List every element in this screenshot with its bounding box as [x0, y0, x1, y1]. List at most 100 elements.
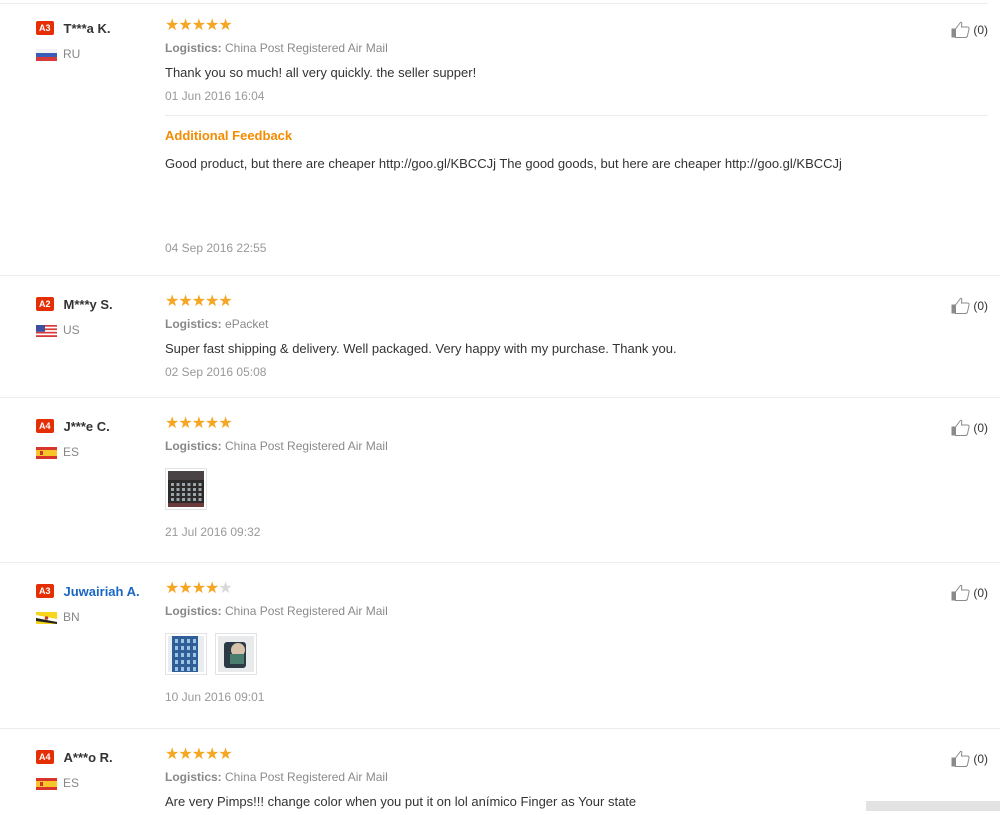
thumbs-up-icon [951, 419, 972, 436]
us-flag-icon [36, 324, 57, 337]
feedback-photos [165, 633, 985, 675]
feedback-text: Super fast shipping & delivery. Well pac… [165, 341, 677, 356]
star-icon: ★ [191, 746, 207, 763]
logistics-label: Logistics: [165, 439, 222, 453]
buyer-name: J***e C. [63, 418, 110, 434]
buyer-level-badge: A4 [36, 419, 54, 433]
star-icon: ★ [178, 17, 193, 34]
star-icon: ★ [178, 415, 193, 432]
buyer-country: BN [63, 610, 80, 624]
star-icon: ★ [218, 17, 233, 34]
helpful-button[interactable]: (0) [951, 21, 988, 38]
thumbs-up-icon [951, 21, 972, 38]
logistics-info: Logistics: China Post Registered Air Mai… [165, 40, 985, 56]
bn-flag-icon [36, 611, 57, 624]
buyer-level-badge: A2 [36, 297, 54, 311]
additional-feedback: Additional Feedback Good product, but the… [165, 115, 988, 256]
helpful-button[interactable]: (0) [951, 297, 988, 314]
star-rating: ★ ★ ★ ★ ★ [165, 294, 985, 310]
buyer-name: T***a K. [63, 20, 111, 36]
feedback-date: 01 Jun 2016 16:04 [165, 89, 265, 103]
feedback-item: A4 A***o R. ES ★ ★ ★ ★ ★ Logistics: China Post R… [0, 728, 1000, 815]
helpful-button[interactable]: (0) [951, 750, 988, 767]
helpful-count: (0) [973, 298, 988, 313]
star-icon: ★ [191, 580, 207, 597]
es-flag-icon [36, 446, 57, 459]
helpful-button[interactable]: (0) [951, 419, 988, 436]
photo-thumbnail[interactable] [165, 468, 207, 510]
feedback-list: A3 T***a K. RU ★ ★ ★ ★ ★ Logistics: China Post R… [0, 0, 1000, 815]
additional-feedback-date: 04 Sep 2016 22:55 [165, 241, 267, 255]
helpful-count: (0) [973, 585, 988, 600]
logistics-method: China Post Registered Air Mail [225, 439, 388, 453]
helpful-count: (0) [973, 751, 988, 766]
feedback-photos [165, 468, 985, 510]
star-icon: ★ [178, 293, 193, 310]
buyer-country: ES [63, 445, 80, 459]
star-icon: ★ [165, 415, 180, 432]
feedback-content: ★ ★ ★ ★ ★ Logistics: China Post Registered Ai… [165, 581, 985, 705]
logistics-label: Logistics: [165, 317, 222, 331]
buyer-level-badge: A4 [36, 750, 54, 764]
star-icon: ★ [205, 415, 220, 432]
feedback-date: 10 Jun 2016 09:01 [165, 690, 265, 704]
feedback-item: A3 Juwairiah A. BN ★ ★ ★ ★ ★ Logistics: China Po… [0, 562, 1000, 728]
feedback-text: Thank you so much! all very quickly. the… [165, 65, 477, 80]
logistics-label: Logistics: [165, 604, 222, 618]
buyer-country: RU [63, 47, 81, 61]
logistics-info: Logistics: ePacket [165, 316, 985, 332]
logistics-method: China Post Registered Air Mail [225, 41, 388, 55]
feedback-content: ★ ★ ★ ★ ★ Logistics: ePacket Super fast shippi… [165, 294, 985, 380]
logistics-method: China Post Registered Air Mail [225, 604, 388, 618]
logistics-label: Logistics: [165, 770, 222, 784]
star-icon: ★ [218, 746, 233, 763]
helpful-count: (0) [973, 420, 988, 435]
additional-feedback-text: Good product, but there are cheaper http… [165, 156, 842, 171]
star-rating: ★ ★ ★ ★ ★ [165, 18, 985, 34]
star-icon: ★ [178, 580, 193, 597]
thumbs-up-icon [951, 297, 972, 314]
star-icon: ★ [165, 580, 180, 597]
feedback-item: A3 T***a K. RU ★ ★ ★ ★ ★ Logistics: China Post R… [0, 0, 1000, 275]
es-flag-icon [36, 777, 57, 790]
star-icon: ★ [205, 746, 220, 763]
star-icon: ★ [178, 746, 193, 763]
star-icon: ★ [218, 580, 233, 597]
star-icon: ★ [205, 580, 220, 597]
thumbs-up-icon [951, 750, 972, 767]
buyer-country: US [63, 323, 80, 337]
photo-thumbnail[interactable] [215, 633, 257, 675]
feedback-date: 02 Sep 2016 05:08 [165, 365, 267, 379]
feedback-content: ★ ★ ★ ★ ★ Logistics: China Post Registered Ai… [165, 416, 985, 540]
logistics-method: China Post Registered Air Mail [225, 770, 388, 784]
helpful-count: (0) [973, 22, 988, 37]
star-rating: ★ ★ ★ ★ ★ [165, 416, 985, 432]
buyer-info: A2 M***y S. US [36, 296, 161, 337]
star-icon: ★ [205, 17, 220, 34]
buyer-info: A3 Juwairiah A. BN [36, 583, 161, 624]
feedback-date: 21 Jul 2016 09:32 [165, 525, 261, 539]
buyer-info: A4 A***o R. ES [36, 749, 161, 790]
feedback-item: A2 M***y S. US ★ ★ ★ ★ ★ Logistics: ePacket Super… [0, 275, 1000, 397]
logistics-info: Logistics: China Post Registered Air Mai… [165, 438, 985, 454]
horizontal-scrollbar[interactable] [866, 801, 1000, 811]
star-icon: ★ [165, 17, 180, 34]
buyer-level-badge: A3 [36, 21, 54, 35]
star-rating: ★ ★ ★ ★ ★ [165, 581, 985, 597]
buyer-name: M***y S. [63, 296, 113, 312]
helpful-button[interactable]: (0) [951, 584, 988, 601]
buyer-name[interactable]: Juwairiah A. [64, 584, 140, 599]
thumbs-up-icon [951, 584, 972, 601]
buyer-name: A***o R. [63, 749, 113, 765]
photo-thumbnail[interactable] [165, 633, 207, 675]
star-icon: ★ [191, 293, 207, 310]
star-icon: ★ [218, 293, 233, 310]
ru-flag-icon [36, 48, 57, 61]
buyer-info: A4 J***e C. ES [36, 418, 161, 459]
star-icon: ★ [191, 17, 207, 34]
logistics-label: Logistics: [165, 41, 222, 55]
additional-feedback-title: Additional Feedback [165, 128, 293, 143]
star-icon: ★ [218, 415, 233, 432]
buyer-country: ES [63, 776, 80, 790]
feedback-content: ★ ★ ★ ★ ★ Logistics: China Post Registered Ai… [165, 747, 985, 811]
